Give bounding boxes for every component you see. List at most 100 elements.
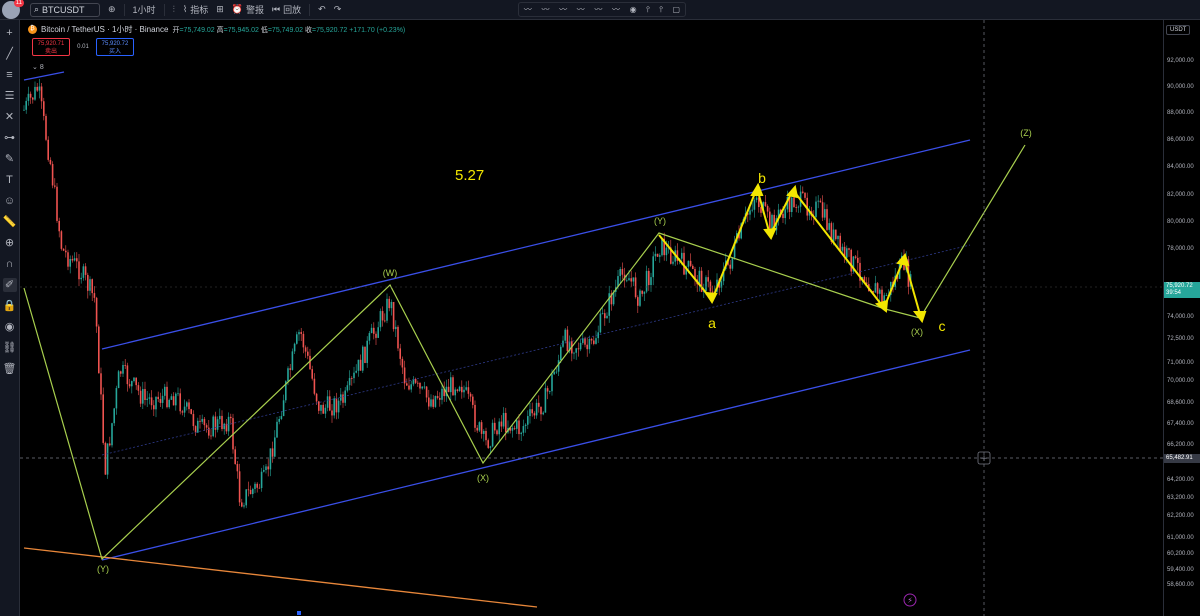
- candle-body: [656, 253, 659, 257]
- add-symbol-button[interactable]: ⊕: [108, 4, 116, 15]
- eye-icon[interactable]: ◉: [3, 320, 17, 334]
- sell-button[interactable]: 75,920.71 卖出: [32, 38, 70, 56]
- candle-body: [124, 364, 126, 366]
- candle-body: [551, 374, 553, 392]
- forecast-icon[interactable]: ⊶: [3, 131, 17, 145]
- palette-icon[interactable]: ◉: [630, 5, 637, 14]
- channel-top-line[interactable]: [23, 71, 65, 81]
- candle-body: [397, 326, 399, 349]
- pattern-icon[interactable]: ✕: [3, 110, 17, 124]
- magnet-icon[interactable]: ∩: [3, 257, 17, 271]
- wave-tool-icon[interactable]: 〰: [541, 4, 549, 15]
- buy-button[interactable]: 75,920.72 买入: [96, 38, 134, 56]
- replay-button[interactable]: ⏮ 回放: [272, 3, 301, 16]
- draw-mode-icon[interactable]: ✐: [2, 278, 17, 292]
- interval-button[interactable]: 1小时: [133, 3, 156, 16]
- brush-icon[interactable]: ✎: [3, 152, 17, 166]
- zoom-icon[interactable]: ⊕: [3, 236, 17, 250]
- currency-label[interactable]: USDT: [1166, 25, 1191, 35]
- fib-icon[interactable]: ☰: [3, 89, 17, 103]
- link-icon[interactable]: ⛓: [3, 341, 17, 355]
- channel-lower-line[interactable]: [101, 349, 971, 561]
- price-tick: 68,600.00: [1167, 400, 1194, 406]
- candle-body: [201, 418, 203, 422]
- candle-body: [766, 205, 769, 212]
- crosshair-icon[interactable]: +: [3, 26, 17, 40]
- candle-body: [628, 278, 630, 281]
- candle-body: [645, 270, 648, 292]
- candle-body: [560, 346, 562, 361]
- avatar[interactable]: 11: [2, 0, 24, 19]
- price-chart[interactable]: + 5.27 (W) (X) (Y) (Y) (X) (Z) a b c ⚡: [20, 20, 1163, 616]
- box-icon[interactable]: ▢: [673, 5, 681, 14]
- candle-body: [205, 425, 208, 428]
- candle-body: [186, 402, 188, 407]
- candle-body: [254, 483, 256, 489]
- price-tick: 72,500.00: [1167, 336, 1194, 342]
- candle-body: [289, 368, 291, 370]
- candle-body: [542, 412, 544, 415]
- candle-body: [454, 389, 456, 396]
- price-axis[interactable]: USDT 92,000.00 90,000.00 88,000.00 86,00…: [1163, 20, 1200, 616]
- wave-path[interactable]: [23, 144, 1026, 561]
- crosshair-price-tag: 65,482.91: [1164, 454, 1200, 463]
- symbol-title[interactable]: Bitcoin / TetherUS · 1小时 · Binance: [41, 24, 168, 35]
- lock-icon[interactable]: 🔒: [3, 299, 17, 313]
- ruler-icon[interactable]: 📏: [3, 215, 17, 229]
- candle-body: [364, 346, 366, 363]
- candles-icon: ⫶: [172, 4, 175, 14]
- channel-icon[interactable]: ≡: [3, 68, 17, 82]
- candle-body: [478, 422, 481, 431]
- candle-body: [69, 259, 71, 267]
- layout-button[interactable]: ⊞: [216, 4, 224, 15]
- candle-body: [366, 340, 368, 363]
- drawing-templates: 〰 〰 〰 〰 〰 〰 ◉ ⫯ ⫯ ▢: [518, 2, 686, 17]
- wave-tool-icon[interactable]: 〰: [594, 4, 602, 15]
- candle-body: [258, 487, 261, 489]
- candle-body: [410, 384, 412, 390]
- candle-body: [91, 279, 93, 294]
- buy-label: 买入: [108, 49, 121, 55]
- candle-body: [848, 248, 850, 250]
- candle-body: [32, 97, 34, 100]
- emoji-icon[interactable]: ☺: [3, 194, 17, 208]
- undo-button[interactable]: ↶: [318, 4, 326, 15]
- alert-button[interactable]: ⏰ 警报: [232, 3, 264, 16]
- candle-body: [56, 186, 58, 221]
- candle-body: [795, 207, 797, 208]
- candle-body: [463, 389, 465, 393]
- indicator-toggle[interactable]: ⌄ 8: [32, 63, 44, 71]
- text-icon[interactable]: T: [3, 173, 17, 187]
- candle-body: [804, 192, 806, 198]
- candle-body: [100, 373, 102, 395]
- indicators-button[interactable]: ⌇ 指标: [183, 3, 208, 16]
- candle-type-button[interactable]: ⫶: [173, 4, 175, 15]
- pitchfork-icon[interactable]: ⫯: [646, 5, 649, 15]
- divider: [163, 3, 165, 16]
- symbol-search[interactable]: ⌕ BTCUSDT: [30, 2, 100, 17]
- candle-body: [247, 489, 250, 491]
- wave-tool-icon[interactable]: 〰: [577, 4, 585, 15]
- candle-body: [819, 200, 822, 203]
- candle-body: [291, 351, 294, 370]
- candle-body: [764, 202, 767, 206]
- candle-body: [166, 386, 168, 408]
- redo-button[interactable]: ↷: [334, 4, 342, 15]
- price-tick: 74,000.00: [1167, 314, 1194, 320]
- candle-body: [278, 418, 280, 422]
- candle-body: [212, 416, 214, 437]
- trash-icon[interactable]: 🗑: [3, 362, 17, 376]
- pitchfork-icon[interactable]: ⫯: [659, 5, 662, 15]
- wave-tool-icon[interactable]: 〰: [612, 4, 620, 15]
- candle-body: [43, 101, 45, 116]
- candle-body: [351, 378, 353, 379]
- wave-tool-icon[interactable]: 〰: [559, 4, 567, 15]
- price-tick: 80,000.00: [1167, 219, 1194, 225]
- candle-body: [106, 443, 109, 475]
- trendline-icon[interactable]: ╱: [3, 47, 17, 61]
- candle-body: [47, 139, 49, 160]
- candle-body: [384, 320, 386, 322]
- candle-body: [802, 191, 804, 193]
- wave-tool-icon[interactable]: 〰: [524, 4, 532, 15]
- current-price-tag: 75,920.72 39:54: [1164, 282, 1200, 298]
